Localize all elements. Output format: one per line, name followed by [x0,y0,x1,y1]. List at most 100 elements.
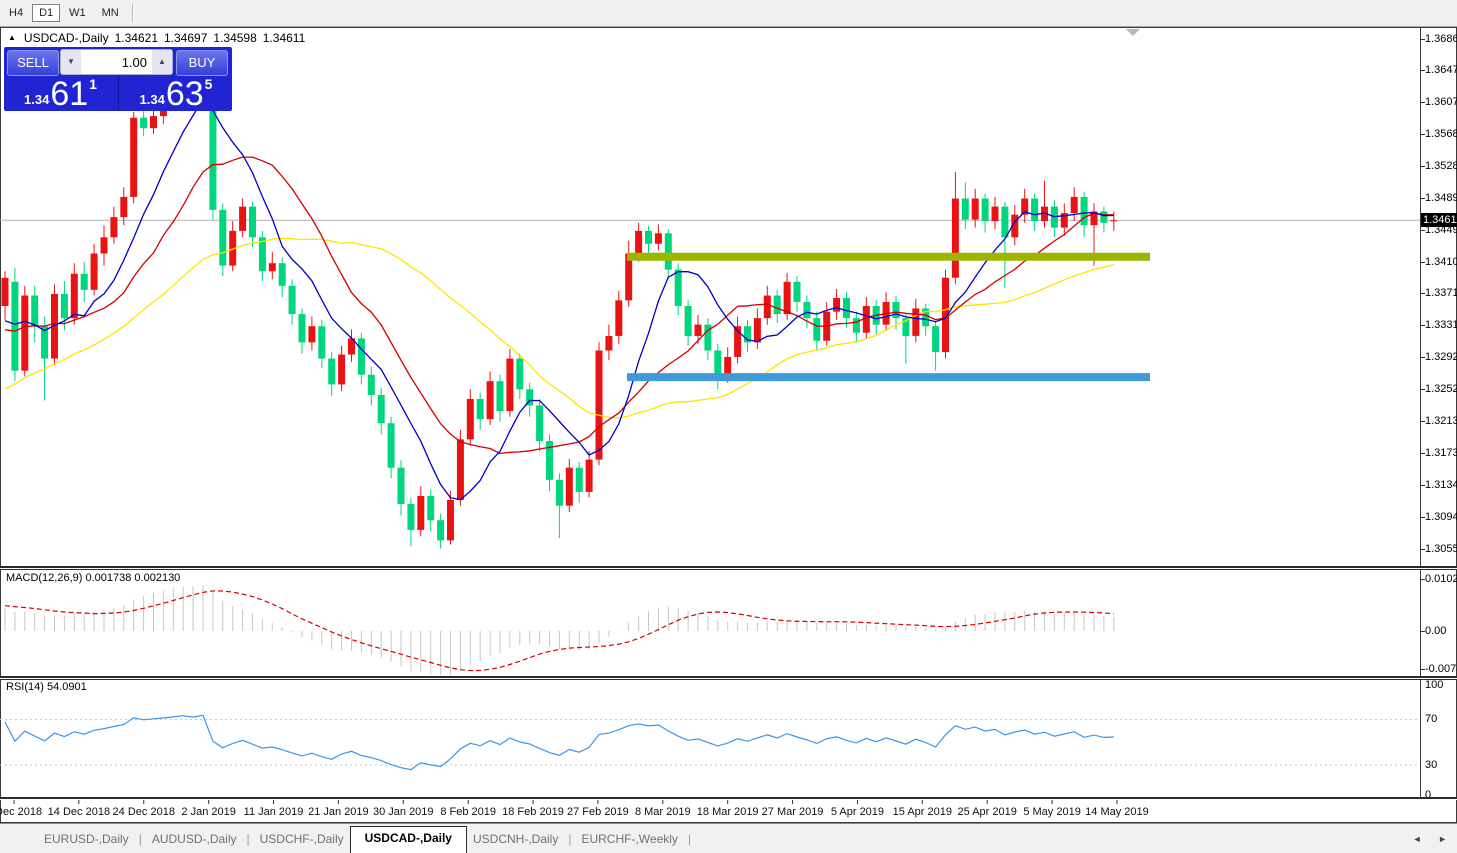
low-value: 1.34598 [213,31,257,45]
price-axis-label: 1.30550 [1425,542,1457,555]
candle-body [803,301,811,319]
tab-scroll-left-icon[interactable]: ◄ [1413,834,1422,844]
candle-body [397,467,405,505]
sell-price-display[interactable]: 1.34 61 1 [4,75,117,111]
candle-body [555,479,563,506]
volume-increase-button[interactable]: ▲ [152,50,172,74]
macd-pane-splitter[interactable] [0,566,1457,570]
candle-body [80,273,88,290]
date-axis-label: 18 Feb 2019 [502,806,564,818]
date-axis-label: 5 May 2019 [1023,806,1081,818]
candle-body [466,398,474,440]
chart-shift-marker-icon[interactable] [1126,29,1140,36]
candle-body [1110,220,1118,222]
chart-canvas[interactable] [0,0,1457,853]
candle-body [912,308,920,336]
candle-body [90,253,98,290]
buy-price-display[interactable]: 1.34 63 5 [120,75,232,111]
candle-body [417,495,425,530]
tab-scroll-arrows: ◄ ► [1399,834,1447,844]
candle-body [1031,198,1039,222]
sell-price-big: 61 [50,75,89,113]
price-axis-tick [1420,102,1425,104]
candle-body [674,269,682,307]
collapse-panel-icon[interactable]: ▲ [8,33,16,42]
mt4-terminal: H4 D1 W1 MN ▲ USDCAD-,Daily 1.34621 1.34697… [0,0,1457,853]
rsi-pane-splitter[interactable] [0,676,1457,680]
price-axis-tick [1420,356,1425,358]
candle-body [476,398,484,420]
candle-body [496,381,504,412]
candle-body [753,318,761,343]
price-axis-tick [1420,516,1425,518]
macd-signal-line [4,590,1114,672]
sell-button[interactable]: SELL [7,50,59,76]
candle-body [773,295,781,315]
candle-body [585,459,593,492]
candle-body [645,230,652,244]
date-axis-splitter [0,797,1457,800]
price-axis-label: 1.36860 [1425,32,1457,45]
macd-scale-tick [1420,579,1425,580]
candle-body [783,281,791,315]
candle-body [31,295,39,327]
price-axis-label: 1.36070 [1425,96,1457,109]
candle-body [130,117,138,197]
candle-body [575,467,583,492]
candle-body [1001,206,1009,238]
price-axis-tick [1420,38,1425,40]
date-axis-label: 27 Mar 2019 [761,806,824,818]
buy-button[interactable]: BUY [176,50,228,76]
price-axis-tick [1420,453,1425,455]
sell-price-small: 1.34 [24,92,50,107]
candle-body [387,423,395,468]
candle-body [437,520,445,541]
price-axis-label: 1.32920 [1425,350,1457,363]
price-axis-tick [1420,230,1425,232]
price-axis-tick [1420,166,1425,168]
candle-body [1100,211,1108,223]
candle-body [951,198,959,278]
candle-body [971,198,979,220]
panel-divider [118,75,119,111]
candle-body [506,358,514,412]
support-line[interactable] [627,373,1150,382]
date-axis-label: 2 Jan 2019 [181,806,236,818]
candle-body [21,295,29,371]
candle-body [991,206,999,222]
volume-decrease-button[interactable]: ▼ [61,50,81,74]
sell-price-sup: 1 [89,76,97,92]
macd-scale-label: 0.0102250 [1425,573,1457,585]
date-axis-label: 14 Dec 2018 [47,806,111,818]
candle-body [684,306,692,336]
candle-body [318,326,326,359]
price-axis-tick [1420,325,1425,327]
price-axis-tick [1420,548,1425,550]
candle-body [1080,196,1088,226]
tab-scroll-right-icon[interactable]: ► [1438,834,1447,844]
candle-body [70,273,78,319]
candle-body [150,116,157,129]
price-axis-tick [1420,261,1425,263]
symbol-label: USDCAD-,Daily [23,31,109,45]
date-axis-label: 24 Dec 2018 [112,806,175,818]
candle-body [11,281,19,371]
candle-body [1070,196,1078,214]
resistance-line[interactable] [627,252,1150,261]
price-axis-label: 1.34100 [1425,255,1457,268]
volume-input[interactable] [81,50,152,74]
candle-body [447,500,454,541]
open-value: 1.34621 [114,31,158,45]
date-axis-label: 14 May 2019 [1085,806,1149,818]
candle-body [60,293,68,319]
current-price-badge: 1.34611 [1421,213,1457,227]
date-axis-label: 25 Apr 2019 [957,806,1017,818]
candle-body [456,439,464,501]
candle-body [110,217,118,238]
candle-body [565,467,573,506]
date-axis-label: 30 Jan 2019 [372,806,434,818]
candle-body [357,338,365,375]
buy-price-sup: 5 [204,76,213,92]
price-axis-tick [1420,389,1425,391]
candle-body [407,504,415,530]
